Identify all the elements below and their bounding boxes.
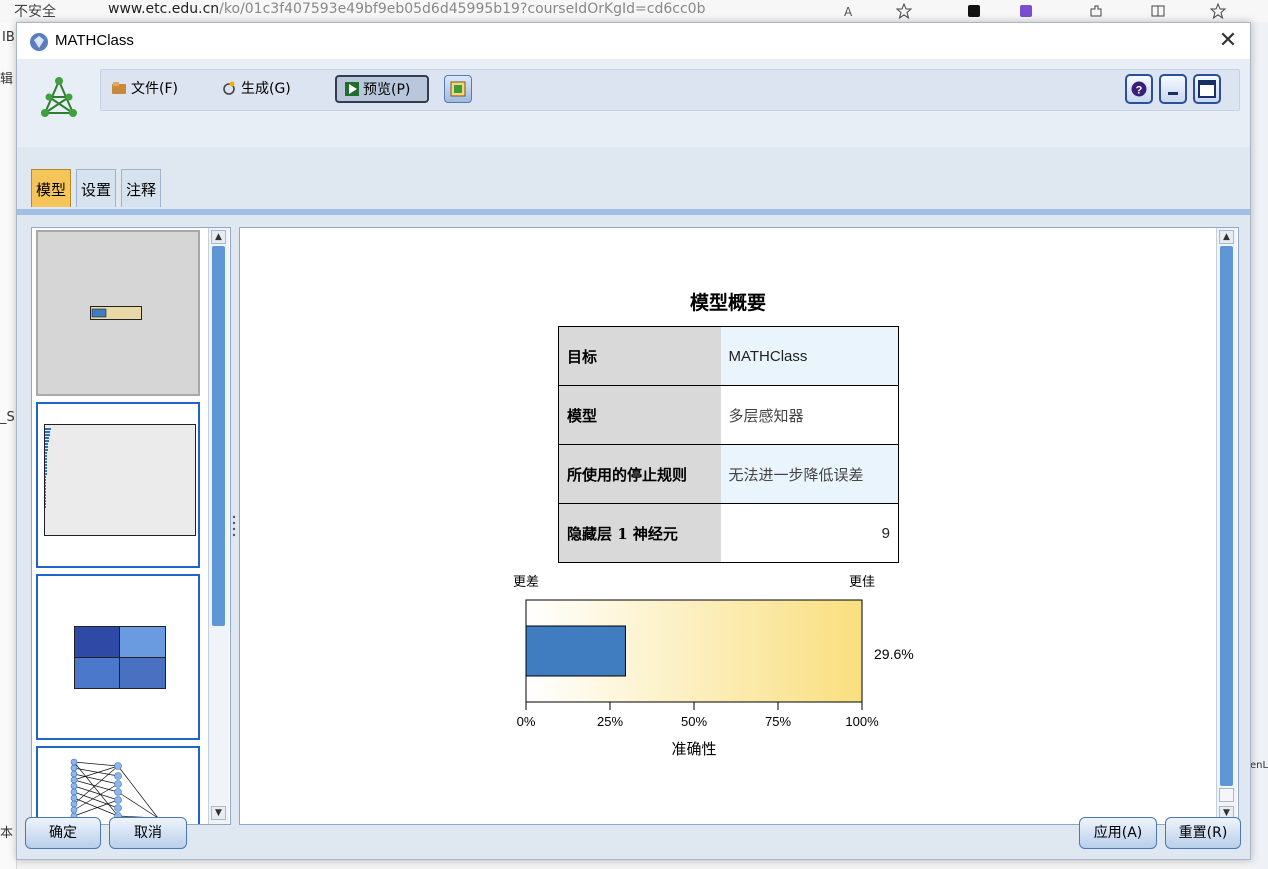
cancel-button[interactable]: 取消 (109, 817, 187, 849)
bg-fragment: 本 (0, 826, 14, 841)
thumbnail-scrollbar[interactable]: ▲ ▼ (208, 228, 229, 824)
svg-text:A: A (844, 5, 853, 19)
maximize-icon (1198, 80, 1216, 98)
help-icon: ? (1131, 81, 1147, 97)
toolbar: 文件(F) 生成(G) 预览(P) ? (100, 69, 1240, 111)
reset-button[interactable]: 重置(R) (1165, 817, 1241, 849)
stream-node-icon (450, 81, 466, 97)
x-axis-title: 准确性 (671, 740, 716, 758)
neural-network-node-icon (41, 77, 77, 117)
thumbnail-network[interactable] (36, 746, 200, 824)
scroll-up-arrow[interactable]: ▲ (1219, 230, 1234, 244)
security-warning: 不安全 (14, 4, 56, 20)
thumbnail-classification[interactable] (36, 574, 200, 740)
summary-thumbnail-graphic (90, 306, 142, 320)
ok-button[interactable]: 确定 (25, 817, 101, 849)
background-app-right-edge: enL (1250, 22, 1268, 869)
url-text[interactable]: www.etc.edu.cn/ko/01c3f407593e49bf9eb05d… (108, 1, 705, 17)
extension-icon[interactable] (966, 3, 982, 19)
help-button[interactable]: ? (1125, 74, 1153, 104)
file-folder-icon (112, 82, 126, 94)
apply-button[interactable]: 应用(A) (1079, 817, 1157, 849)
background-app-left-edge: IB 辑 _S 本 (0, 22, 17, 869)
network-thumbnail-graphic (70, 758, 159, 820)
importance-thumbnail-graphic (44, 424, 196, 536)
maximize-button[interactable] (1193, 74, 1221, 104)
accuracy-bar (525, 625, 626, 677)
x-axis: 0% 25% 50% 75% 100% (517, 702, 879, 729)
url-path: /ko/01c3f407593e49bf9eb05d6d45995b19?cou… (219, 1, 706, 17)
read-aloud-icon[interactable]: A (842, 3, 858, 19)
dialog-titlebar[interactable]: MATHClass ✕ (17, 23, 1250, 59)
accuracy-chart: 更差 更佳 29.6% 0% 25% 50% 75% 100% 准确性 (513, 575, 914, 758)
scroll-up-arrow[interactable]: ▲ (211, 230, 226, 244)
dialog-title: MATHClass (55, 32, 134, 49)
minimize-button[interactable] (1159, 74, 1187, 104)
svg-text:?: ? (1136, 85, 1143, 97)
puzzle-extensions-icon[interactable] (1088, 3, 1104, 19)
classification-thumbnail-graphic (74, 626, 166, 689)
scroll-track[interactable] (1220, 246, 1233, 786)
x-tick-label: 75% (765, 714, 791, 729)
preview-label: 预览(P) (363, 82, 411, 98)
dialog-body: 文件(F) 生成(G) 预览(P) ? 模型 设置 注释 ▲ ▼ 模型概要 目标… (17, 59, 1250, 859)
generate-menu-label: 生成(G) (241, 81, 291, 97)
dialog-header: 文件(F) 生成(G) 预览(P) ? (17, 59, 1250, 147)
tab-model[interactable]: 模型 (31, 169, 71, 207)
favorites-icon[interactable] (1210, 3, 1226, 19)
tab-settings[interactable]: 设置 (76, 169, 116, 207)
view-thumbnail-panel: ▲ ▼ (31, 227, 231, 825)
model-viewer-canvas: 模型概要 目标 MATHClass 模型 多层感知器 所使用的停止规则 无法进一… (239, 227, 1239, 825)
bg-fragment: IB (2, 30, 15, 45)
bg-fragment: enL (1250, 760, 1268, 771)
viewer-scrollbar[interactable]: ▲ ▼ (1216, 228, 1237, 824)
bg-fragment: 辑 (0, 72, 14, 87)
x-tick-label: 100% (845, 714, 879, 729)
url-host: www.etc.edu.cn (108, 1, 220, 17)
preview-button[interactable]: 预览(P) (335, 75, 429, 103)
model-dialog: MATHClass ✕ 文件(F) 生成(G) 预览(P) ? 模型 设置 注释… (16, 22, 1251, 860)
scroll-down-arrow[interactable]: ▼ (211, 806, 226, 820)
tab-divider (17, 209, 1250, 215)
scroll-thumb[interactable] (1219, 788, 1234, 802)
generate-sparkle-icon (223, 81, 235, 95)
tab-annotations[interactable]: 注释 (121, 169, 161, 207)
x-tick-label: 0% (517, 714, 536, 729)
better-annotation: 更佳 (849, 575, 875, 590)
browser-address-bar: 不安全 www.etc.edu.cn/ko/01c3f407593e49bf9e… (0, 0, 1268, 23)
thumbnail-predictor-importance[interactable] (36, 402, 200, 568)
spss-modeler-icon (30, 33, 48, 51)
thumbnail-model-summary[interactable] (36, 230, 200, 396)
scroll-thumb[interactable] (212, 246, 225, 626)
file-menu-label: 文件(F) (131, 81, 178, 97)
minimize-icon (1168, 92, 1178, 95)
accuracy-value-label: 29.6% (874, 646, 914, 662)
favorite-star-icon[interactable] (896, 3, 912, 19)
x-tick-label: 25% (597, 714, 623, 729)
worse-annotation: 更差 (513, 575, 539, 590)
extension-purple-icon[interactable] (1018, 3, 1034, 19)
file-menu[interactable]: 文件(F) (111, 77, 178, 101)
bg-fragment: _S (0, 410, 15, 425)
generate-menu[interactable]: 生成(G) (221, 77, 291, 101)
split-screen-icon[interactable] (1150, 3, 1166, 19)
play-icon (345, 82, 359, 96)
add-to-stream-button[interactable] (444, 75, 472, 103)
panel-splitter-handle[interactable] (230, 227, 238, 823)
x-tick-label: 50% (681, 714, 707, 729)
close-button[interactable]: ✕ (1216, 29, 1240, 53)
